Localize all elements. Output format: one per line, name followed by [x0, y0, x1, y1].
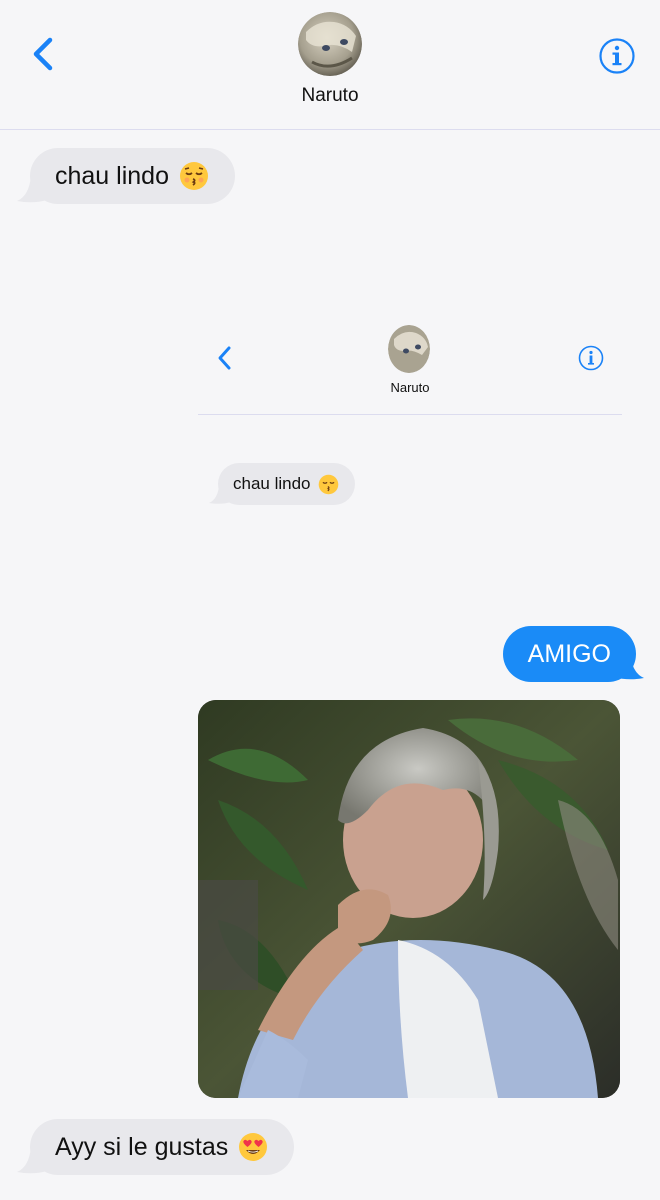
- nested-avatar: [388, 325, 430, 373]
- message-bubble-sent[interactable]: AMIGO: [502, 626, 636, 682]
- nested-back-chevron-icon: [218, 346, 231, 370]
- message-text: chau lindo: [55, 161, 169, 190]
- nested-contact-name: Naruto: [390, 380, 430, 395]
- message-bubble-received[interactable]: chau lindo: [30, 148, 235, 204]
- message-text: Ayy si le gustas: [55, 1132, 229, 1161]
- nested-info-icon: [578, 345, 604, 371]
- contact-avatar[interactable]: [298, 12, 362, 76]
- heart-eyes-emoji-icon: [239, 1133, 268, 1161]
- nested-message-bubble: chau lindo: [218, 463, 355, 505]
- nested-header: Naruto: [198, 300, 622, 415]
- gif-image[interactable]: [198, 700, 620, 1098]
- contact-name[interactable]: Naruto: [0, 85, 660, 107]
- screenshot-image[interactable]: Naruto chau lindo: [198, 300, 622, 540]
- messages-screen: Naruto chau lindo Naruto chau lindo AMIG…: [0, 0, 660, 1200]
- conversation-header: Naruto: [0, 0, 660, 130]
- message-text: AMIGO: [527, 639, 611, 668]
- info-icon[interactable]: [598, 37, 636, 75]
- kissing-face-emoji-icon: [179, 162, 208, 190]
- nested-message-text: chau lindo: [233, 474, 311, 493]
- nested-kissing-face-emoji-icon: [318, 474, 338, 494]
- back-chevron-icon[interactable]: [26, 34, 62, 74]
- message-bubble-received[interactable]: Ayy si le gustas: [30, 1119, 295, 1175]
